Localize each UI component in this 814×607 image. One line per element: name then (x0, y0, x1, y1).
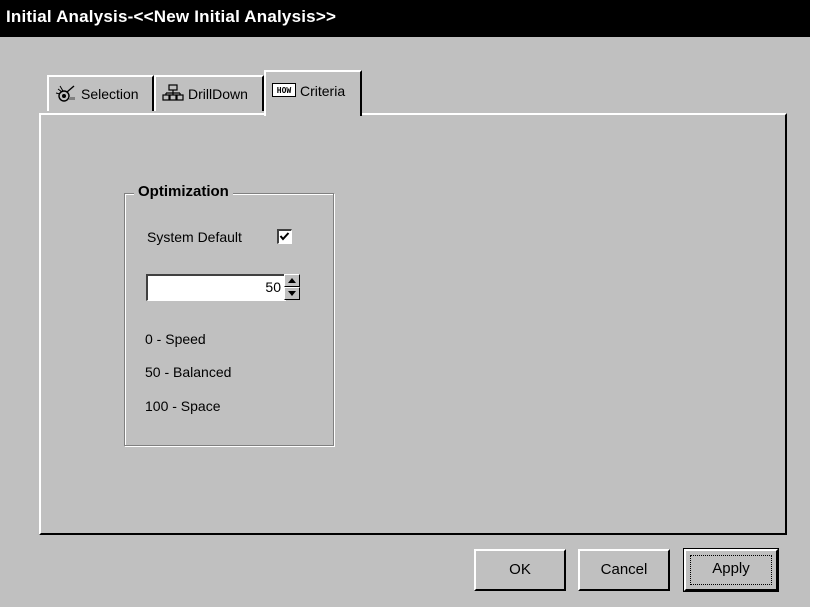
window-edge (810, 0, 814, 607)
arrow-up-icon (288, 278, 296, 283)
tab-drilldown[interactable]: DrillDown (154, 75, 264, 111)
legend-balanced: 50 - Balanced (145, 364, 232, 380)
tab-criteria[interactable]: HOW Criteria (264, 70, 362, 116)
window-title: Initial Analysis-<<New Initial Analysis>… (6, 7, 337, 26)
focus-rect (690, 555, 772, 585)
dialog-window: Initial Analysis-<<New Initial Analysis>… (0, 0, 814, 607)
criteria-icon: HOW (272, 82, 296, 100)
drilldown-icon (162, 83, 184, 105)
apply-button[interactable]: Apply (683, 548, 779, 592)
title-bar[interactable]: Initial Analysis-<<New Initial Analysis>… (0, 0, 814, 37)
system-default-checkbox[interactable] (277, 229, 292, 244)
checkmark-icon (279, 232, 290, 241)
spin-down-button[interactable] (284, 287, 300, 300)
optimization-spinner[interactable] (284, 274, 300, 301)
cancel-button[interactable]: Cancel (578, 549, 670, 591)
system-default-label: System Default (147, 229, 242, 245)
optimization-group-title: Optimization (134, 183, 233, 200)
tab-criteria-label: Criteria (300, 83, 346, 99)
tab-selection-label: Selection (81, 86, 139, 102)
svg-text:HOW: HOW (277, 86, 292, 95)
optimization-value-input[interactable]: 50 (146, 274, 286, 301)
arrow-down-icon (288, 291, 296, 296)
legend-speed: 0 - Speed (145, 331, 206, 347)
selection-icon (55, 84, 77, 105)
legend-space: 100 - Space (145, 398, 221, 414)
ok-button[interactable]: OK (474, 549, 566, 591)
spin-up-button[interactable] (284, 274, 300, 287)
tab-selection[interactable]: Selection (47, 75, 154, 111)
tab-drilldown-label: DrillDown (188, 86, 248, 102)
